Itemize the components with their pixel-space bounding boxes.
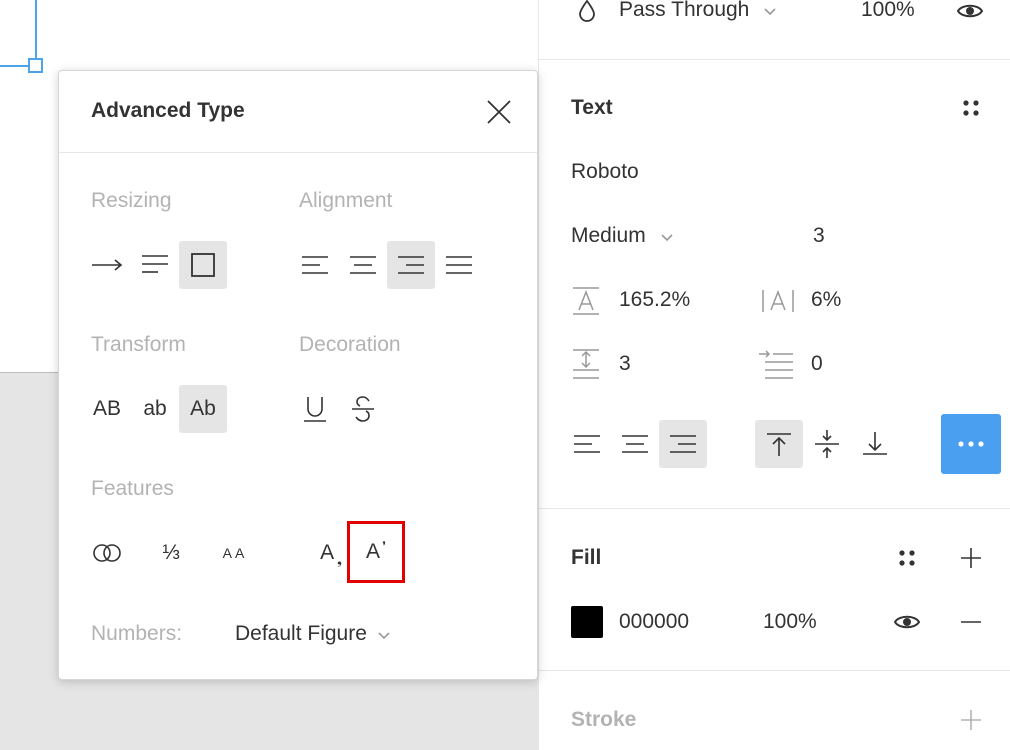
line-height-icon [571,286,601,316]
numbers-value: Default Figure [235,622,367,645]
chevron-down-icon [377,622,391,646]
close-icon[interactable] [483,96,515,128]
text-section-title: Text [571,96,613,119]
add-fill-plus-icon[interactable] [955,544,987,572]
strikethrough-icon[interactable] [339,385,387,433]
divider [539,670,1010,671]
paragraph-spacing-value[interactable]: 3 [619,352,631,376]
letter-spacing-value[interactable]: 6% [811,288,841,312]
properties-panel: Pass Through 100% Text Roboto Medium 3 1… [538,0,1010,750]
superscript-mark-icon: ❜ [382,539,386,553]
resizing-label: Resizing [91,189,172,212]
fractions-button[interactable]: ⅓ [147,529,195,577]
blend-mode-select[interactable]: Pass Through [619,0,777,22]
fill-color-swatch[interactable] [571,606,603,638]
font-size-value[interactable]: 3 [813,224,825,248]
text-align-left-icon[interactable] [563,420,611,468]
subscript-label: A [320,541,335,564]
transform-label: Transform [91,333,186,356]
fill-opacity-value[interactable]: 100% [763,610,817,634]
divider [539,59,1010,60]
decoration-label: Decoration [299,333,401,356]
underline-icon[interactable] [291,385,339,433]
line-height-value[interactable]: 165.2% [619,288,690,312]
advanced-type-popup: Advanced Type Resizing Alignment Transfo… [58,70,538,680]
subscript-mark-icon: ❟ [337,552,342,567]
ligatures-icon[interactable] [83,529,131,577]
font-family-value[interactable]: Roboto [571,160,639,184]
superscript-button[interactable]: A ❜ [347,521,405,583]
more-icon [958,441,984,447]
fill-hex-value[interactable]: 000000 [619,610,689,634]
alignment-label: Alignment [299,189,393,212]
stroke-section-title: Stroke [571,708,637,731]
divider [539,508,1010,509]
opacity-drop-icon [575,0,599,24]
chevron-down-icon [763,0,777,22]
add-stroke-plus-icon[interactable] [955,706,987,734]
eye-icon[interactable] [891,608,923,636]
uppercase-button[interactable]: AB [83,385,131,433]
align-top-icon[interactable] [755,420,803,468]
popup-title: Advanced Type [91,99,245,122]
lowercase-button[interactable]: ab [131,385,179,433]
titlecase-button[interactable]: Ab [179,385,227,433]
font-weight-select[interactable]: Medium [571,224,674,248]
superscript-label: A [366,540,381,563]
eye-icon[interactable] [955,0,985,24]
align-bottom-icon[interactable] [851,420,899,468]
numbers-select[interactable]: Default Figure [235,622,391,646]
selection-resize-handle[interactable] [28,58,43,73]
align-middle-icon[interactable] [803,420,851,468]
chevron-down-icon [660,224,674,248]
align-justify-icon[interactable] [435,241,483,289]
auto-width-arrow-icon[interactable] [83,241,131,289]
auto-height-icon[interactable] [131,241,179,289]
align-center-icon[interactable] [339,241,387,289]
selection-edge-horizontal [0,65,28,67]
numbers-label: Numbers: [91,622,183,645]
align-left-icon[interactable] [291,241,339,289]
remove-fill-minus-icon[interactable] [955,608,987,636]
paragraph-indent-icon [757,348,795,382]
paragraph-indent-value[interactable]: 0 [811,352,823,376]
text-align-right-icon[interactable] [659,420,707,468]
divider [59,152,537,153]
small-caps-button[interactable]: AA [211,529,259,577]
blend-mode-value: Pass Through [619,0,750,21]
styles-grid-icon[interactable] [953,94,989,122]
font-weight-value: Medium [571,224,646,247]
text-align-center-icon[interactable] [611,420,659,468]
selection-edge [35,0,37,58]
paragraph-spacing-icon [571,348,601,382]
align-right-icon[interactable] [387,241,435,289]
styles-grid-icon[interactable] [891,544,923,572]
layer-opacity-value[interactable]: 100% [861,0,915,22]
features-label: Features [91,477,174,500]
letter-spacing-icon [761,286,795,316]
fill-section-title: Fill [571,546,602,569]
fixed-size-icon[interactable] [179,241,227,289]
advanced-type-more-button[interactable] [941,414,1001,474]
